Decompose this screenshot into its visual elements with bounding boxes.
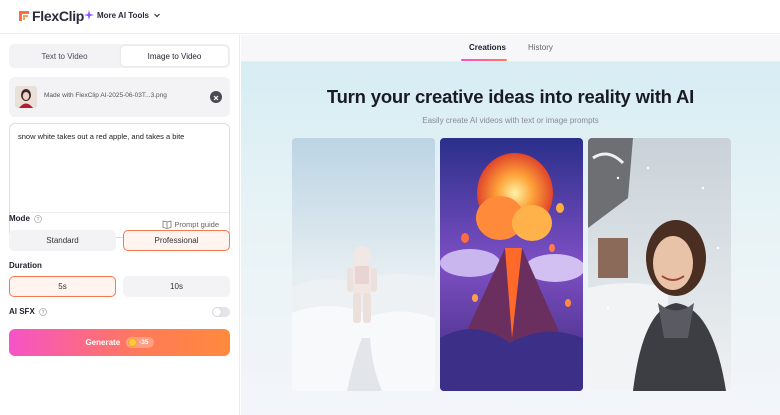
toggle-knob xyxy=(213,308,221,316)
prompt-guide-link[interactable]: Prompt guide xyxy=(162,219,219,229)
more-ai-tools-menu[interactable]: More AI Tools xyxy=(84,10,161,20)
duration-label: Duration xyxy=(9,261,42,270)
svg-text:?: ? xyxy=(36,217,39,223)
generate-label: Generate xyxy=(85,338,121,347)
help-icon[interactable]: ? xyxy=(34,214,42,223)
close-icon xyxy=(213,95,219,101)
logo-mark-icon xyxy=(19,11,29,21)
credit-cost: -35 xyxy=(139,339,149,346)
ai-sfx-section-label: AI SFX ? xyxy=(9,307,47,316)
help-icon[interactable]: ? xyxy=(38,307,47,316)
hero-subtitle: Easily create AI videos with text or ima… xyxy=(422,116,599,125)
volcano-image xyxy=(440,138,583,391)
woman-snow-image xyxy=(588,138,731,391)
duration-section-label: Duration xyxy=(9,261,42,270)
more-ai-tools-label: More AI Tools xyxy=(97,10,149,20)
mode-label: Mode xyxy=(9,214,30,223)
example-card-volcano[interactable] xyxy=(440,138,583,391)
astronaut-image xyxy=(292,138,435,391)
uploaded-image-row[interactable]: Made with FlexClip AI-2025-06-03T...3.pn… xyxy=(9,77,230,117)
flexclip-logo[interactable]: FlexClip xyxy=(17,8,84,24)
sparkle-icon xyxy=(84,10,94,20)
duration-option-5s[interactable]: 5s xyxy=(9,276,116,297)
tab-text-to-video[interactable]: Text to Video xyxy=(11,46,118,66)
top-bar: FlexClip More AI Tools xyxy=(0,0,780,34)
example-card-woman-snow[interactable] xyxy=(588,138,731,391)
hero-title: Turn your creative ideas into reality wi… xyxy=(326,86,695,107)
uploaded-image-thumbnail xyxy=(15,86,37,108)
ai-sfx-label: AI SFX xyxy=(9,307,35,316)
uploaded-filename: Made with FlexClip AI-2025-06-03T...3.pn… xyxy=(44,92,167,99)
mode-option-professional[interactable]: Professional xyxy=(123,230,230,251)
svg-text:?: ? xyxy=(41,310,44,316)
coin-icon xyxy=(128,338,138,347)
chevron-down-icon xyxy=(154,13,160,18)
generate-button[interactable]: Generate -35 xyxy=(9,329,230,356)
tab-image-to-video[interactable]: Image to Video xyxy=(121,46,228,66)
mode-option-standard[interactable]: Standard xyxy=(9,230,116,251)
mode-section-label: Mode ? xyxy=(9,214,42,223)
prompt-textarea[interactable]: snow white takes out a red apple, and ta… xyxy=(9,123,230,238)
prompt-text[interactable]: snow white takes out a red apple, and ta… xyxy=(18,132,184,141)
active-tab-indicator xyxy=(461,59,507,61)
result-tabs: Creations History xyxy=(241,35,780,62)
generation-mode-switch: Text to Video Image to Video xyxy=(9,44,230,68)
credit-cost-badge: -35 xyxy=(126,337,154,348)
prompt-divider xyxy=(10,212,229,213)
remove-image-button[interactable] xyxy=(210,91,222,103)
tab-creations[interactable]: Creations xyxy=(469,43,506,52)
ai-sfx-toggle[interactable] xyxy=(212,307,230,317)
duration-option-10s[interactable]: 10s xyxy=(123,276,230,297)
main-area: Creations History Turn your creative ide… xyxy=(241,35,780,415)
left-panel: Text to Video Image to Video Made with F… xyxy=(0,35,240,415)
hero-section: Turn your creative ideas into reality wi… xyxy=(241,62,780,415)
example-card-astronaut[interactable] xyxy=(292,138,435,391)
prompt-guide-label: Prompt guide xyxy=(174,219,219,229)
tab-history[interactable]: History xyxy=(528,43,553,52)
book-icon xyxy=(162,220,172,229)
logo-text: FlexClip xyxy=(32,8,85,24)
